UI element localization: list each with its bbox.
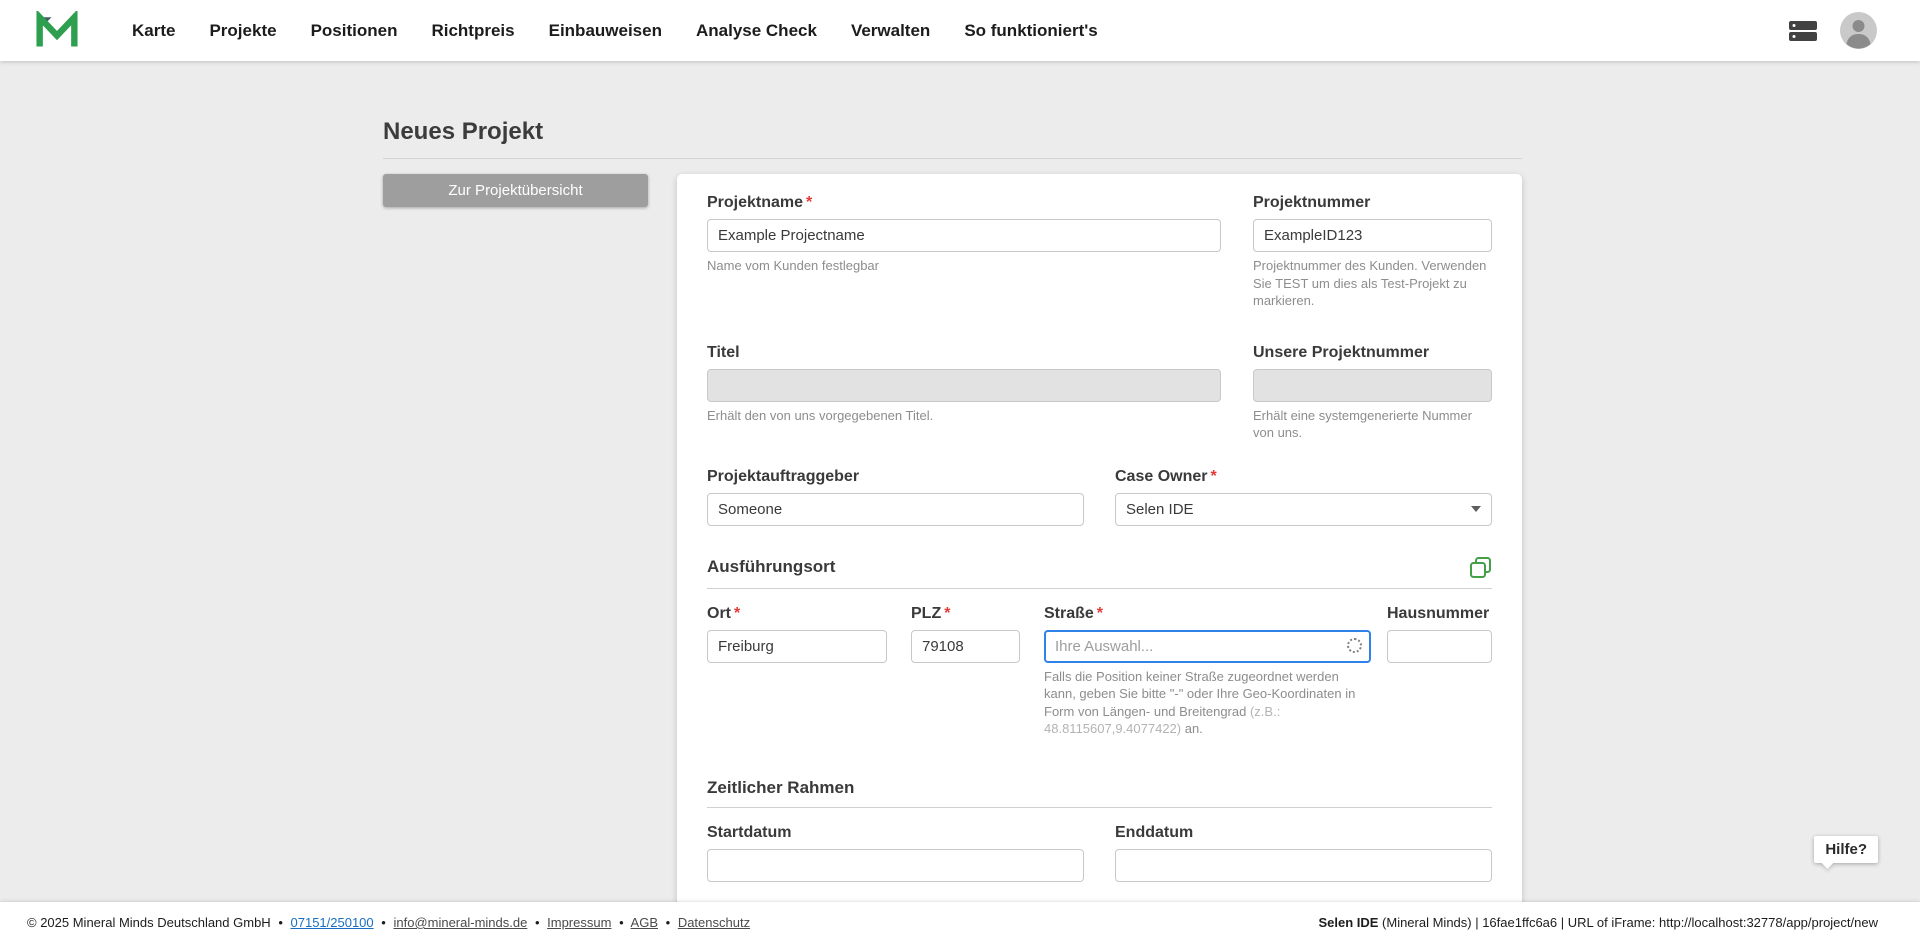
unsere-projektnummer-help: Erhält eine systemgenerierte Nummer von …	[1253, 407, 1492, 442]
plz-label: PLZ*	[911, 605, 1020, 623]
help-button[interactable]: Hilfe?	[1814, 836, 1878, 863]
help-button-label: Hilfe?	[1825, 841, 1867, 858]
footer-phone-link[interactable]: 07151/250100	[291, 915, 374, 930]
enddatum-label: Enddatum	[1115, 824, 1492, 842]
field-case-owner: Case Owner* Selen IDE	[1115, 468, 1492, 526]
startdatum-label: Startdatum	[707, 824, 1084, 842]
copy-location-icon[interactable]	[1469, 556, 1492, 579]
navbar: Karte Projekte Positionen Richtpreis Ein…	[0, 0, 1920, 61]
titel-label: Titel	[707, 344, 1221, 362]
hausnummer-label: Hausnummer	[1387, 605, 1492, 623]
projektauftraggeber-input[interactable]	[707, 493, 1084, 526]
footer: © 2025 Mineral Minds Deutschland GmbH • …	[0, 902, 1920, 943]
field-hausnummer: Hausnummer	[1387, 605, 1492, 738]
projektname-input[interactable]	[707, 219, 1221, 252]
chevron-down-icon	[1471, 506, 1481, 512]
projektauftraggeber-label: Projektauftraggeber	[707, 468, 1084, 486]
unsere-projektnummer-label: Unsere Projektnummer	[1253, 344, 1492, 362]
required-marker: *	[806, 194, 812, 211]
main-content: Neues Projekt Zur Projektübersicht Proje…	[383, 118, 1522, 906]
unsere-projektnummer-input	[1253, 369, 1492, 402]
projektname-help: Name vom Kunden festlegbar	[707, 257, 1221, 275]
mineral-minds-logo[interactable]	[36, 11, 78, 51]
nav-item-so-funktionierts[interactable]: So funktioniert's	[964, 21, 1097, 41]
strasse-input[interactable]	[1044, 630, 1371, 663]
user-avatar[interactable]	[1840, 12, 1877, 49]
navbar-right	[1788, 12, 1877, 49]
projektnummer-help: Projektnummer des Kunden. Verwenden Sie …	[1253, 257, 1492, 310]
footer-agb-link[interactable]: AGB	[631, 915, 658, 930]
enddatum-input[interactable]	[1115, 849, 1492, 882]
titel-input	[707, 369, 1221, 402]
projektname-label: Projektname*	[707, 194, 1221, 212]
case-owner-select[interactable]: Selen IDE	[1115, 493, 1492, 526]
ort-label: Ort*	[707, 605, 887, 623]
field-titel: Titel Erhält den von uns vorgegebenen Ti…	[707, 344, 1221, 442]
field-strasse: Straße* Falls die Position keiner Straße…	[1044, 605, 1371, 738]
field-ort: Ort*	[707, 605, 887, 738]
nav-item-richtpreis[interactable]: Richtpreis	[431, 21, 514, 41]
ort-input[interactable]	[707, 630, 887, 663]
required-marker: *	[1210, 468, 1216, 485]
footer-email-link[interactable]: info@mineral-minds.de	[393, 915, 527, 930]
footer-copyright: © 2025 Mineral Minds Deutschland GmbH	[27, 915, 271, 930]
section-zeitlicher-rahmen: Zeitlicher Rahmen	[707, 778, 1492, 808]
nav-item-positionen[interactable]: Positionen	[311, 21, 398, 41]
nav-item-analyse-check[interactable]: Analyse Check	[696, 21, 817, 41]
case-owner-label: Case Owner*	[1115, 468, 1492, 486]
footer-separator: •	[666, 915, 671, 930]
startdatum-input[interactable]	[707, 849, 1084, 882]
field-projektnummer: Projektnummer Projektnummer des Kunden. …	[1253, 194, 1492, 310]
footer-left: © 2025 Mineral Minds Deutschland GmbH • …	[27, 915, 754, 930]
footer-separator: •	[535, 915, 540, 930]
required-marker: *	[734, 605, 740, 622]
hausnummer-input[interactable]	[1387, 630, 1492, 663]
field-plz: PLZ*	[911, 605, 1020, 738]
logo-icon	[36, 11, 78, 51]
projektnummer-input[interactable]	[1253, 219, 1492, 252]
project-form-card: Projektname* Name vom Kunden festlegbar …	[677, 174, 1522, 906]
footer-separator: •	[381, 915, 386, 930]
required-marker: *	[944, 605, 950, 622]
back-to-project-overview-button[interactable]: Zur Projektübersicht	[383, 174, 648, 207]
field-startdatum: Startdatum	[707, 824, 1084, 882]
titel-help: Erhält den von uns vorgegebenen Titel.	[707, 407, 1221, 425]
plz-input[interactable]	[911, 630, 1020, 663]
strasse-help: Falls die Position keiner Straße zugeord…	[1044, 668, 1371, 738]
required-marker: *	[1097, 605, 1103, 622]
zeitlicher-rahmen-title: Zeitlicher Rahmen	[707, 778, 854, 798]
strasse-label: Straße*	[1044, 605, 1371, 623]
footer-separator: •	[278, 915, 283, 930]
ausfuehrungsort-title: Ausführungsort	[707, 557, 835, 577]
case-owner-value: Selen IDE	[1126, 501, 1194, 518]
footer-separator: •	[619, 915, 624, 930]
footer-impressum-link[interactable]: Impressum	[547, 915, 611, 930]
footer-datenschutz-link[interactable]: Datenschutz	[678, 915, 750, 930]
nav-item-karte[interactable]: Karte	[132, 21, 175, 41]
nav-item-einbauweisen[interactable]: Einbauweisen	[549, 21, 662, 41]
footer-user-name: Selen IDE	[1318, 915, 1378, 930]
footer-session-details: (Mineral Minds) | 16fae1ffc6a6 | URL of …	[1378, 915, 1878, 930]
projektnummer-label: Projektnummer	[1253, 194, 1492, 212]
field-enddatum: Enddatum	[1115, 824, 1492, 882]
help-bubble-tail	[1821, 856, 1834, 869]
page-title: Neues Projekt	[383, 118, 1522, 146]
title-divider	[383, 158, 1522, 159]
section-ausfuehrungsort: Ausführungsort	[707, 556, 1492, 589]
field-projektauftraggeber: Projektauftraggeber	[707, 468, 1084, 526]
field-projektname: Projektname* Name vom Kunden festlegbar	[707, 194, 1221, 310]
server-icon[interactable]	[1788, 19, 1818, 43]
footer-session-info: Selen IDE (Mineral Minds) | 16fae1ffc6a6…	[1318, 915, 1878, 930]
nav-item-verwalten[interactable]: Verwalten	[851, 21, 930, 41]
field-unsere-projektnummer: Unsere Projektnummer Erhält eine systemg…	[1253, 344, 1492, 442]
left-column: Zur Projektübersicht	[383, 174, 648, 207]
nav-item-projekte[interactable]: Projekte	[209, 21, 276, 41]
nav-menu: Karte Projekte Positionen Richtpreis Ein…	[132, 21, 1098, 41]
